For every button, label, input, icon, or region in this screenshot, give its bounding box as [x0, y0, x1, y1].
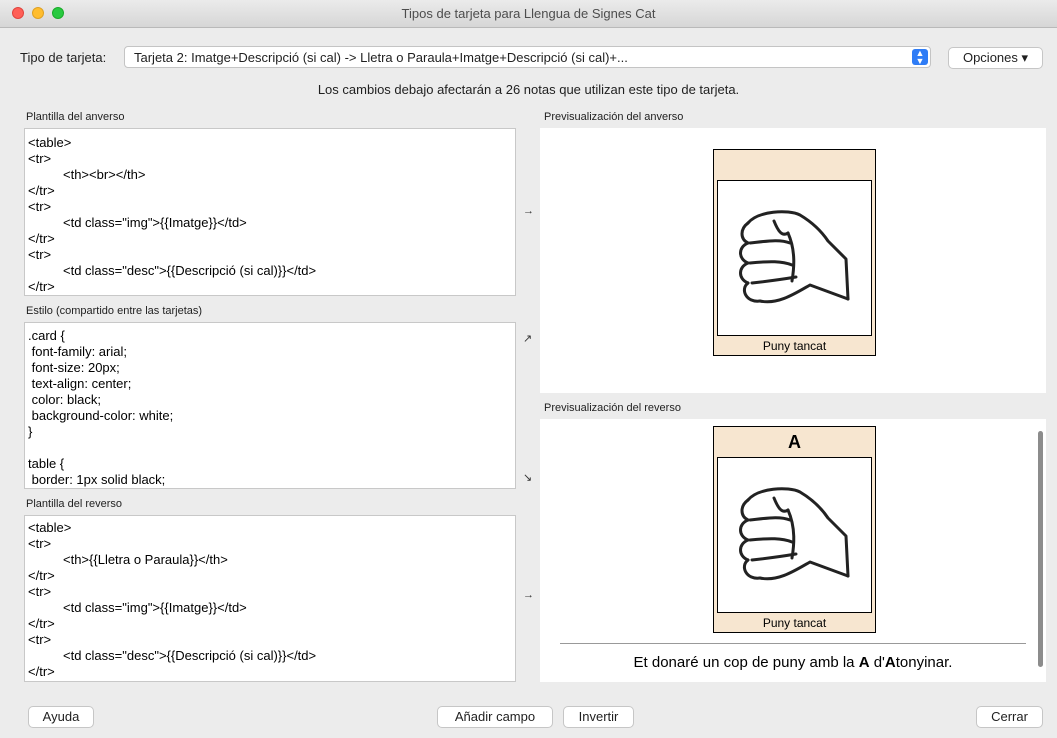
- code-line: <th>{{Lletra o Paraula}}</th>: [63, 552, 228, 567]
- arrow-right-icon: →: [523, 205, 534, 217]
- answer-text-end: tonyinar.: [895, 654, 953, 671]
- code-line: </tr>: [28, 279, 55, 294]
- window-title: Tipos de tarjeta para Llengua de Signes …: [401, 6, 656, 21]
- options-button[interactable]: Opciones ▾: [948, 47, 1043, 69]
- styling-label: Estilo (compartido entre las tarjetas): [26, 305, 203, 317]
- answer-divider: [560, 643, 1026, 644]
- preview-card: Puny tancat: [713, 149, 876, 356]
- code-line: border: 1px solid black;: [28, 472, 166, 487]
- card-type-value: Tarjeta 2: Imatge+Descripció (si cal) ->…: [134, 50, 628, 65]
- title-bar: Tipos de tarjeta para Llengua de Signes …: [0, 0, 1057, 28]
- help-button[interactable]: Ayuda: [28, 706, 94, 728]
- fist-sign-image: [717, 457, 872, 613]
- code-line: <table>: [28, 520, 72, 535]
- preview-scrollbar[interactable]: [1038, 431, 1043, 667]
- code-line: <tr>: [28, 632, 52, 647]
- code-line: background-color: white;: [28, 408, 174, 423]
- back-preview-label: Previsualización del reverso: [544, 402, 681, 414]
- fist-sign-image: [717, 180, 872, 336]
- updown-chevron-icon: ▲ ▼: [912, 49, 928, 66]
- front-template-editor[interactable]: <table> <tr> <th><br></th> </tr> <tr> <t…: [24, 128, 516, 296]
- back-template-label: Plantilla del reverso: [26, 498, 122, 510]
- notice-text: Los cambios debajo afectarán a 26 notas …: [317, 82, 740, 97]
- back-template-editor[interactable]: <table> <tr> <th>{{Lletra o Paraula}}</t…: [24, 515, 516, 682]
- front-preview-label: Previsualización del anverso: [544, 111, 684, 123]
- arrow-right-icon: →: [523, 589, 534, 601]
- answer-text: Et donaré un cop de puny amb la A d'Aton…: [540, 654, 1046, 671]
- front-template-label: Plantilla del anverso: [26, 111, 125, 123]
- answer-text-start: Et donaré un cop de puny amb la: [633, 654, 859, 671]
- code-line: <th><br></th>: [63, 167, 146, 182]
- code-line: </tr>: [28, 664, 55, 679]
- back-preview: A Puny tancat Et donaré un cop de puny a…: [540, 419, 1046, 682]
- styling-editor[interactable]: .card { font-family: arial; font-size: 2…: [24, 322, 516, 489]
- preview-card: A Puny tancat: [713, 426, 876, 633]
- code-line: text-align: center;: [28, 376, 132, 391]
- close-button[interactable]: Cerrar: [976, 706, 1043, 728]
- code-line: table {: [28, 456, 65, 471]
- code-line: <td class="desc">{{Descripció (si cal)}}…: [63, 263, 317, 278]
- code-line: <tr>: [28, 536, 52, 551]
- code-line: <tr>: [28, 584, 52, 599]
- fist-drawing: [739, 487, 850, 581]
- code-line: </tr>: [28, 183, 55, 198]
- code-line: }: [28, 424, 33, 439]
- code-line: </tr>: [28, 231, 55, 246]
- add-field-button[interactable]: Añadir campo: [437, 706, 553, 728]
- code-line: <tr>: [28, 247, 52, 262]
- answer-text-mid: d': [869, 654, 885, 671]
- answer-bold-letter: A: [884, 654, 896, 671]
- code-line: <td class="img">{{Imatge}}</td>: [63, 600, 247, 615]
- front-preview: Puny tancat: [540, 128, 1046, 393]
- code-line: </tr>: [28, 568, 55, 583]
- card-description: Puny tancat: [762, 339, 827, 353]
- code-line: </tr>: [28, 616, 55, 631]
- fist-drawing: [739, 210, 850, 304]
- code-line: <td class="img">{{Imatge}}</td>: [63, 215, 247, 230]
- code-line: <td class="desc">{{Descripció (si cal)}}…: [63, 648, 317, 663]
- card-type-label: Tipo de tarjeta:: [20, 50, 107, 65]
- code-line: font-size: 20px;: [28, 360, 120, 375]
- card-letter: A: [788, 432, 801, 452]
- arrow-up-right-icon: ↗: [523, 333, 533, 345]
- flip-button[interactable]: Invertir: [563, 706, 634, 728]
- code-line: <tr>: [28, 199, 52, 214]
- code-line: <tr>: [28, 151, 52, 166]
- code-line: .card {: [28, 328, 65, 343]
- arrow-down-right-icon: ↘: [523, 472, 533, 484]
- code-line: color: black;: [28, 392, 101, 407]
- card-type-select[interactable]: Tarjeta 2: Imatge+Descripció (si cal) ->…: [124, 46, 931, 68]
- code-line: font-family: arial;: [28, 344, 127, 359]
- card-description: Puny tancat: [762, 616, 827, 630]
- card-types-window: Tipos de tarjeta para Llengua de Signes …: [0, 0, 1057, 738]
- answer-bold-letter: A: [858, 654, 870, 671]
- code-line: <table>: [28, 135, 72, 150]
